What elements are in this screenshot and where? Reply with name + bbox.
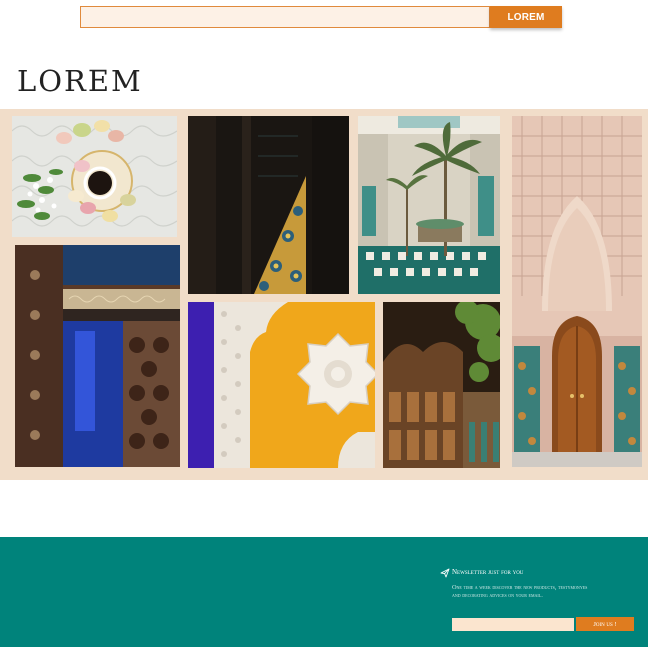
- photo-gallery: [0, 109, 648, 480]
- gallery-image-arch-door[interactable]: [512, 116, 642, 467]
- gallery-image-sunlit-archway[interactable]: [383, 302, 500, 468]
- search-input[interactable]: [80, 6, 490, 28]
- newsletter-description: One time a week discover the new product…: [452, 584, 588, 599]
- gallery-image-riad-courtyard[interactable]: [358, 116, 500, 294]
- join-button[interactable]: Join us !: [576, 617, 634, 631]
- gallery-image-yellow-star[interactable]: [188, 302, 375, 468]
- search-button[interactable]: LOREM: [490, 6, 562, 28]
- top-search-bar: LOREM: [80, 6, 562, 28]
- gallery-image-macarons[interactable]: [12, 116, 177, 237]
- send-icon: [440, 568, 450, 578]
- gallery-image-blue-mosaic[interactable]: [15, 245, 180, 467]
- newsletter-title: Newsletter just for you: [452, 568, 524, 576]
- site-logo[interactable]: LOREM: [17, 64, 143, 98]
- gallery-image-sunlit-doorway[interactable]: [188, 116, 349, 294]
- newsletter-email-input[interactable]: [452, 618, 574, 631]
